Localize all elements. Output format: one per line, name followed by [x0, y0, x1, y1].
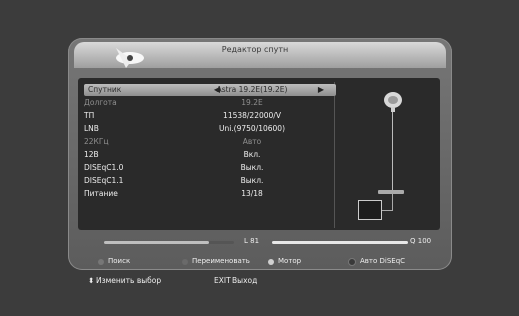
row-value: 11538/22000/V [223, 111, 281, 120]
motor-button[interactable]: Мотор [268, 255, 301, 268]
row-label: Спутник [88, 85, 122, 94]
quality-label: Q 100 [410, 237, 432, 245]
row-tp[interactable]: ТП 11538/22000/V [84, 110, 336, 122]
row-22khz[interactable]: 22КГц Авто [84, 136, 336, 148]
motor-label: Мотор [278, 257, 302, 265]
search-button[interactable]: Поиск [98, 255, 130, 268]
color-keys-bar: Поиск Переименовать Мотор Авто DiSEqC [78, 255, 440, 268]
row-12v[interactable]: 12В Вкл. [84, 149, 336, 161]
row-label: Долгота [84, 98, 117, 107]
right-arrow-icon[interactable]: ▶ [316, 85, 326, 95]
level-bar [104, 241, 210, 244]
auto-diseqc-button[interactable]: Авто DiSEqC [348, 255, 405, 268]
red-key-icon [98, 258, 104, 265]
quality-bar [272, 241, 408, 244]
tv-icon [358, 200, 382, 220]
green-key-icon [182, 258, 188, 265]
row-lnb[interactable]: LNB Uni.(9750/10600) [84, 123, 336, 135]
row-diseqc11[interactable]: DISEqC1.1 Выкл. [84, 175, 336, 187]
change-hint: Изменить выбор [96, 276, 162, 285]
updown-arrow-icon: ⬍ [88, 276, 95, 285]
search-label: Поиск [108, 257, 131, 265]
rename-label: Переименовать [192, 257, 250, 265]
blue-key-icon [348, 257, 356, 266]
row-label: LNB [84, 124, 99, 133]
row-value: Вкл. [243, 150, 261, 159]
row-value: Авто [242, 137, 262, 146]
row-label: ТП [84, 111, 95, 120]
page-title: Редактор спутн [221, 45, 289, 54]
help-bar: ⬍ Изменить выбор EXIT Выход [88, 275, 388, 287]
row-value: Выкл. [240, 176, 264, 185]
row-power[interactable]: Питание 13/18 [84, 188, 336, 200]
exit-key[interactable]: EXIT [214, 275, 231, 287]
satellite-dish-icon [384, 92, 402, 112]
auto-diseqc-label: Авто DiSEqC [360, 257, 406, 265]
rename-button[interactable]: Переименовать [182, 255, 250, 268]
exit-hint: Выход [232, 276, 258, 285]
row-value: 19.2E [241, 98, 263, 107]
level-label: L 81 [244, 237, 260, 245]
row-value: Выкл. [240, 163, 264, 172]
row-value: 13/18 [241, 189, 263, 198]
row-label: 22КГц [84, 137, 109, 146]
row-value: Astra 19.2E(19.2E) [216, 85, 288, 94]
row-longitude[interactable]: Долгота 19.2E [84, 97, 336, 109]
row-label: 12В [84, 150, 99, 159]
row-satellite[interactable]: Спутник ◀ Astra 19.2E(19.2E) ▶ [84, 84, 336, 96]
antenna-mast [392, 112, 393, 190]
row-label: Питание [84, 189, 118, 198]
row-label: DISEqC1.0 [84, 163, 124, 172]
yellow-key-icon [268, 258, 274, 265]
row-value: Uni.(9750/10600) [218, 124, 286, 133]
row-diseqc10[interactable]: DISEqC1.0 Выкл. [84, 162, 336, 174]
row-label: DISEqC1.1 [84, 176, 124, 185]
